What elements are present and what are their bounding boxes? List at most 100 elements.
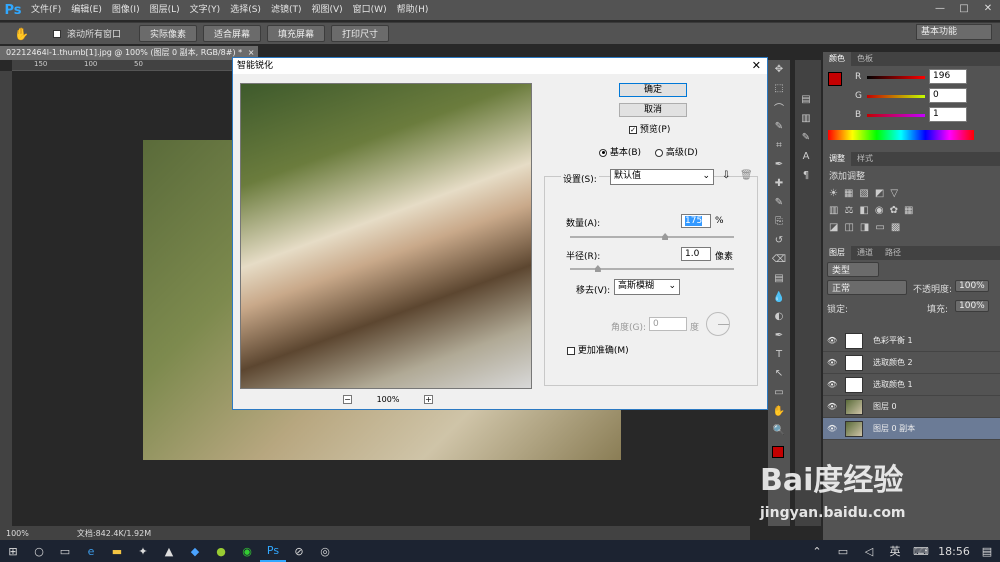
mode-advanced-option[interactable]: 高级(D) [655,145,698,158]
edge-browser-icon[interactable]: e [78,540,104,562]
tab-color[interactable]: 颜色 [823,52,851,66]
notification-icon[interactable]: ▤ [974,540,1000,562]
lasso-tool-icon[interactable]: ⌒ [768,98,790,117]
channel-mixer-icon[interactable]: ✿ [890,205,898,216]
history-brush-tool-icon[interactable]: ↺ [768,231,790,250]
amount-field[interactable]: 175 [681,214,711,228]
app-icon[interactable]: ● [208,540,234,562]
visibility-eye-icon[interactable]: 👁 [827,336,841,345]
windows-start-icon[interactable]: ⊞ [0,540,26,562]
minimize-button[interactable]: — [928,0,952,16]
radius-slider[interactable] [570,265,734,272]
blue-value[interactable]: 1 [929,107,967,122]
layer-row[interactable]: 👁 图层 0 [823,396,1000,418]
save-preset-icon[interactable]: ⇩ [722,170,730,181]
green-value[interactable]: 0 [929,88,967,103]
color-spectrum[interactable] [828,130,974,140]
settings-select[interactable]: 默认值 ⌄ [610,169,714,185]
clone-stamp-tool-icon[interactable]: ⎘ [768,212,790,231]
marquee-tool-icon[interactable]: ⬚ [768,79,790,98]
exposure-icon[interactable]: ◩ [875,188,884,199]
preview-image[interactable] [240,83,532,389]
menu-item[interactable]: 视图(V) [306,0,347,20]
remove-select[interactable]: 高斯模糊 ⌄ [614,279,680,295]
visibility-eye-icon[interactable]: 👁 [827,380,841,389]
document-tab[interactable]: 02212464l-1.thumb[1].jpg @ 100% (图层 0 副本… [0,46,258,60]
curves-icon[interactable]: ▧ [859,188,868,199]
visibility-eye-icon[interactable]: 👁 [827,402,841,411]
cancel-button[interactable]: 取消 [619,103,687,117]
healing-tool-icon[interactable]: ✚ [768,174,790,193]
app-icon[interactable]: ◎ [312,540,338,562]
posterize-icon[interactable]: ◫ [844,222,853,233]
app-icon[interactable]: ⊘ [286,540,312,562]
menu-item[interactable]: 帮助(H) [392,0,434,20]
type-tool-icon[interactable]: T [768,345,790,364]
zoom-tool-icon[interactable]: 🔍 [768,421,790,440]
tab-channels[interactable]: 通道 [851,246,879,260]
menu-item[interactable]: 编辑(E) [66,0,107,20]
zoom-level[interactable]: 100% [6,529,29,538]
brush-tool-icon[interactable]: ✎ [768,193,790,212]
layer-row[interactable]: 👁 色彩平衡 1 [823,330,1000,352]
threshold-icon[interactable]: ◨ [860,222,869,233]
visibility-eye-icon[interactable]: 👁 [827,424,841,433]
ime-indicator[interactable]: 英 [882,540,908,562]
character-icon[interactable]: A [795,147,817,166]
scroll-all-checkbox[interactable] [52,29,61,38]
mode-basic-radio[interactable] [599,148,607,157]
preview-option[interactable]: ✓ 预览(P) [629,122,670,135]
menu-item[interactable]: 文件(F) [26,0,66,20]
eraser-tool-icon[interactable]: ⌫ [768,250,790,269]
brightness-icon[interactable]: ☀ [829,188,838,199]
tab-paths[interactable]: 路径 [879,246,907,260]
gradient-tool-icon[interactable]: ▤ [768,269,790,288]
amount-slider[interactable] [570,233,734,240]
task-view-icon[interactable]: ▭ [52,540,78,562]
close-button[interactable]: ✕ [976,0,1000,16]
eyedropper-tool-icon[interactable]: ✒ [768,155,790,174]
shape-tool-icon[interactable]: ▭ [768,383,790,402]
menu-item[interactable]: 选择(S) [225,0,266,20]
photoshop-taskbar-icon[interactable]: Ps [260,540,286,562]
layer-row[interactable]: 👁 选取颜色 2 [823,352,1000,374]
photo-filter-icon[interactable]: ◉ [875,205,884,216]
tab-adjustments[interactable]: 调整 [823,152,851,166]
levels-icon[interactable]: ▦ [844,188,853,199]
black-white-icon[interactable]: ◧ [859,205,868,216]
dialog-close-button[interactable]: ✕ [752,58,761,74]
network-icon[interactable]: ▭ [830,540,856,562]
move-tool-icon[interactable]: ✥ [768,60,790,79]
ime-icon[interactable]: ⌨ [908,540,934,562]
mode-basic-option[interactable]: 基本(B) [599,145,641,158]
color-balance-icon[interactable]: ⚖ [844,205,853,216]
print-size-button[interactable]: 打印尺寸 [331,25,390,42]
foreground-color-swatch[interactable] [828,72,842,86]
maximize-button[interactable]: □ [952,0,976,16]
invert-icon[interactable]: ◪ [829,222,838,233]
more-accurate-option[interactable]: 更加准确(M) [567,343,629,356]
dodge-tool-icon[interactable]: ◐ [768,307,790,326]
blend-mode-select[interactable]: 正常 [827,280,907,295]
hand-tool-icon[interactable]: ✋ [768,402,790,421]
layer-row[interactable]: 👁 图层 0 副本 [823,418,1000,440]
red-value[interactable]: 196 [929,69,967,84]
pen-tool-icon[interactable]: ✒ [768,326,790,345]
tab-swatches[interactable]: 色板 [851,52,879,66]
delete-preset-icon[interactable]: 🗑 [740,170,753,181]
tab-layers[interactable]: 图层 [823,246,851,260]
tray-icon[interactable]: ⌃ [804,540,830,562]
zoom-in-button[interactable]: + [424,394,433,404]
app-icon[interactable]: ✦ [130,540,156,562]
brush-icon[interactable]: ✎ [795,128,817,147]
fill-value[interactable]: 100% [955,300,989,312]
red-slider[interactable] [867,76,925,79]
visibility-eye-icon[interactable]: 👁 [827,358,841,367]
app-icon[interactable]: ◆ [182,540,208,562]
blur-tool-icon[interactable]: 💧 [768,288,790,307]
menu-item[interactable]: 滤镜(T) [266,0,307,20]
menu-item[interactable]: 图层(L) [145,0,185,20]
taskbar-clock[interactable]: 18:56 [934,540,974,562]
properties-icon[interactable]: ▥ [795,109,817,128]
hue-icon[interactable]: ▥ [829,205,838,216]
